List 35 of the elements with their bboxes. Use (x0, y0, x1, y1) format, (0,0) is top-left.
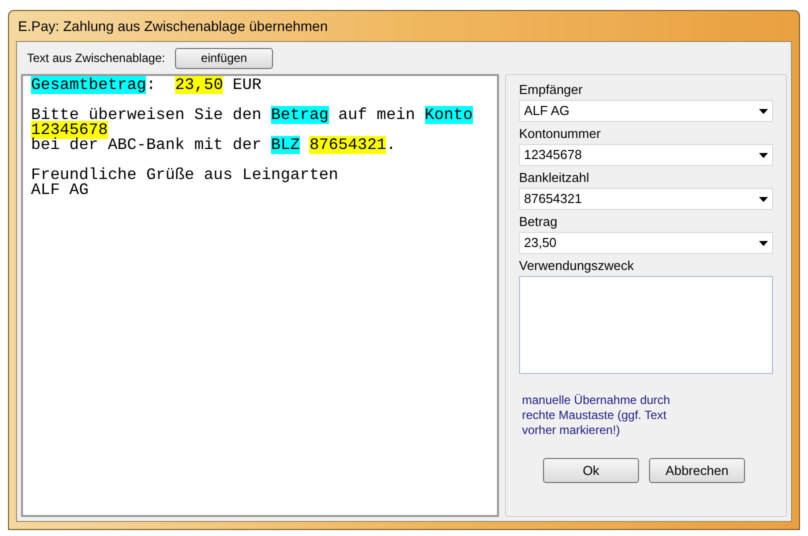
dropdown-arrow-icon (759, 108, 768, 114)
text: Freundliche Grüße aus Leingarten (31, 166, 338, 184)
highlighted-text: Gesamtbetrag (31, 76, 146, 94)
purpose-field[interactable] (519, 276, 773, 374)
combo-box[interactable]: 87654321 (519, 188, 773, 210)
paste-button[interactable]: einfügen (175, 48, 274, 68)
field-label: Empfänger (519, 82, 584, 98)
text: auf mein (337, 106, 416, 124)
toolbar-label: Text aus Zwischenablage: (27, 50, 166, 67)
cancel-button[interactable]: Abbrechen (649, 458, 745, 483)
highlighted-text: 87654321 (309, 136, 386, 154)
dropdown-arrow-icon (759, 196, 768, 202)
field-label: Betrag (519, 214, 558, 230)
highlighted-text: 23,50 (175, 76, 224, 94)
field-label: Bankleitzahl (519, 170, 590, 186)
text: bei der ABC-Bank mit der (31, 136, 262, 154)
combo-box[interactable]: 23,50 (519, 232, 773, 254)
dropdown-arrow-icon (759, 240, 768, 246)
text: : (146, 76, 157, 94)
clipboard-text-area[interactable]: Gesamtbetrag: 23,50 EUR Bitte überweisen Sie den Betrag auf mein Konto 12345678 bei der ABC-Bank mit der BLZ 87654321. Freundliche Grüße aus Leingarten ALF AG (21, 74, 499, 517)
combo-box[interactable]: 12345678 (519, 144, 773, 166)
highlighted-text: BLZ (271, 136, 300, 154)
dropdown-arrow-icon (759, 152, 768, 158)
highlighted-text: Betrag (271, 106, 329, 124)
window-title: E.Pay: Zahlung aus Zwischenablage übernehmen (17, 16, 329, 36)
text: ALF AG (31, 181, 89, 199)
highlighted-text: Konto (424, 106, 473, 124)
field-label: Verwendungszweck (519, 258, 635, 274)
text: Bitte überweisen Sie den (31, 106, 262, 124)
ok-button[interactable]: Ok (543, 458, 639, 483)
text: . (386, 136, 396, 154)
text: EUR (232, 76, 262, 94)
hint-text: manuelle Übernahme durch rechte Maustaste (ggf. Text vorher markieren!) (521, 393, 672, 438)
combo-box[interactable]: ALF AG (519, 100, 773, 122)
field-label: Kontonummer (519, 126, 602, 142)
